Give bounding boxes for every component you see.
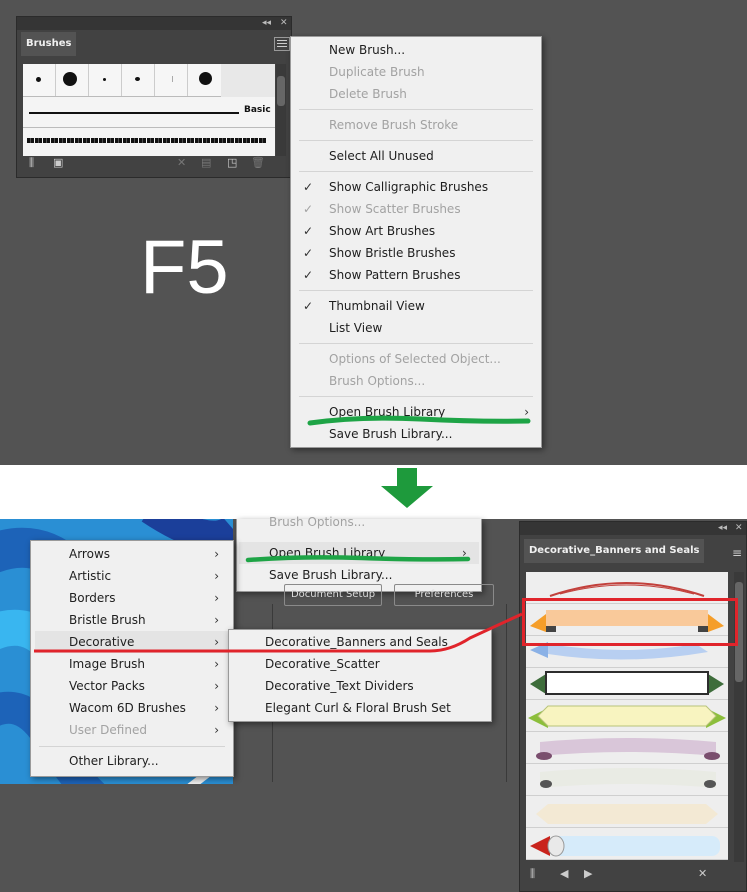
check-icon: ✓ xyxy=(303,202,314,216)
chevron-right-icon: › xyxy=(214,547,219,561)
green-highlight-stroke xyxy=(307,415,531,426)
brush-dot[interactable] xyxy=(36,77,41,82)
close-icon[interactable]: ✕ xyxy=(735,523,743,533)
brush-dot[interactable] xyxy=(103,78,106,81)
check-icon: ✓ xyxy=(303,299,314,313)
separator xyxy=(299,109,533,110)
chevron-right-icon: › xyxy=(214,679,219,693)
delete-icon[interactable]: 🗑 xyxy=(251,156,265,169)
menu-brush-options[interactable]: Brush Options... xyxy=(269,515,365,529)
separator xyxy=(299,171,533,172)
library-icon[interactable]: ⫼ xyxy=(29,156,34,170)
banner-thumb[interactable] xyxy=(526,796,728,828)
collapse-icon[interactable]: ◂◂ xyxy=(262,18,271,28)
red-highlight-box xyxy=(522,598,738,646)
menu-save-brush-library[interactable]: Save Brush Library... xyxy=(329,427,452,441)
menu-select-all-unused[interactable]: Select All Unused xyxy=(329,149,434,163)
brush-dot[interactable] xyxy=(63,72,77,86)
panel-menu-icon[interactable] xyxy=(274,37,290,51)
chevron-right-icon: › xyxy=(214,569,219,583)
menu-brush-options[interactable]: Brush Options... xyxy=(329,374,425,388)
scrollbar[interactable] xyxy=(276,64,286,156)
banners-library-panel: ◂◂ ✕ Decorative_Banners and Seals ≡ ⫼ ◀ … xyxy=(519,521,747,892)
submenu-elegant-curl[interactable]: Elegant Curl & Floral Brush Set xyxy=(265,701,451,715)
menu-list-view[interactable]: List View xyxy=(329,321,382,335)
close-icon[interactable]: ✕ xyxy=(280,18,288,28)
new-brush-icon[interactable]: ◳ xyxy=(227,156,237,169)
brush-basic-row[interactable]: Basic xyxy=(23,97,275,128)
brush-dot[interactable] xyxy=(172,76,173,82)
collapse-icon[interactable]: ◂◂ xyxy=(718,523,727,533)
menu-remove-brush-stroke[interactable]: Remove Brush Stroke xyxy=(329,118,458,132)
options-icon[interactable]: ▤ xyxy=(201,156,211,169)
brushes-flyout-menu: New Brush... Duplicate Brush Delete Brus… xyxy=(290,36,542,448)
brush-dot[interactable] xyxy=(135,77,140,81)
check-icon: ✓ xyxy=(303,224,314,238)
menu-save-brush-library[interactable]: Save Brush Library... xyxy=(269,568,392,582)
banner-thumb[interactable] xyxy=(526,732,728,764)
remove-stroke-icon[interactable]: ✕ xyxy=(177,156,186,169)
menu-show-pattern[interactable]: Show Pattern Brushes xyxy=(329,268,460,282)
menu-thumbnail-view[interactable]: Thumbnail View xyxy=(329,299,425,313)
menu-show-bristle[interactable]: Show Bristle Brushes xyxy=(329,246,455,260)
panel-menu-icon[interactable]: ≡ xyxy=(732,546,742,560)
library-item-artistic[interactable]: Artistic xyxy=(69,569,111,583)
banner-thumb[interactable] xyxy=(526,764,728,796)
check-icon: ✓ xyxy=(303,246,314,260)
banner-thumb[interactable] xyxy=(526,668,728,700)
menu-new-brush[interactable]: New Brush... xyxy=(329,43,405,57)
next-library-icon[interactable]: ▶ xyxy=(584,867,592,880)
library-item-other[interactable]: Other Library... xyxy=(69,754,159,768)
brush-list: Basic xyxy=(23,64,275,156)
banner-thumb[interactable] xyxy=(526,700,728,732)
separator xyxy=(299,343,533,344)
menu-options-selected-object[interactable]: Options of Selected Object... xyxy=(329,352,501,366)
tools-icon[interactable]: ✕ xyxy=(698,867,707,880)
green-highlight-stroke xyxy=(245,555,471,563)
library-item-user-defined[interactable]: User Defined xyxy=(69,723,147,737)
tab-brushes[interactable]: Brushes xyxy=(21,32,77,56)
panel-titlebar[interactable] xyxy=(520,522,746,535)
basic-label: Basic xyxy=(244,105,271,115)
tab-banners-and-seals[interactable]: Decorative_Banners and Seals xyxy=(524,539,705,563)
chevron-right-icon: › xyxy=(214,723,219,737)
brush-dot[interactable] xyxy=(199,72,212,85)
menu-show-calligraphic[interactable]: Show Calligraphic Brushes xyxy=(329,180,488,194)
menu-delete-brush[interactable]: Delete Brush xyxy=(329,87,407,101)
panel-footer: ⫼ ▣ ✕ ▤ ◳ 🗑 xyxy=(29,156,285,174)
submenu-text-dividers[interactable]: Decorative_Text Dividers xyxy=(265,679,414,693)
arrow-down-icon xyxy=(381,468,433,508)
separator xyxy=(299,396,533,397)
cloud-library-icon[interactable]: ▣ xyxy=(53,156,63,169)
brush-thumbnail-row xyxy=(23,64,221,97)
separator xyxy=(299,140,533,141)
panel-footer: ⫼ ◀ ▶ ✕ xyxy=(530,867,740,887)
separator xyxy=(39,746,225,747)
hotkey-label: F5 xyxy=(140,225,229,310)
check-icon: ✓ xyxy=(303,180,314,194)
chevron-right-icon: › xyxy=(214,701,219,715)
check-icon: ✓ xyxy=(303,268,314,282)
previous-library-icon[interactable]: ◀ xyxy=(560,867,568,880)
library-item-wacom[interactable]: Wacom 6D Brushes xyxy=(69,701,186,715)
menu-show-art[interactable]: Show Art Brushes xyxy=(329,224,435,238)
menu-show-scatter[interactable]: Show Scatter Brushes xyxy=(329,202,461,216)
library-item-arrows[interactable]: Arrows xyxy=(69,547,110,561)
panel-titlebar[interactable] xyxy=(17,17,291,30)
library-item-vector-packs[interactable]: Vector Packs xyxy=(69,679,145,693)
brushes-panel: ◂◂ ✕ Brushes Basic ⫼ ▣ ✕ ▤ ◳ 🗑 xyxy=(16,16,292,178)
library-icon[interactable]: ⫼ xyxy=(530,867,535,881)
brush-rough-row[interactable] xyxy=(23,128,275,156)
separator xyxy=(299,290,533,291)
menu-duplicate-brush[interactable]: Duplicate Brush xyxy=(329,65,425,79)
banner-thumb[interactable] xyxy=(526,828,728,860)
